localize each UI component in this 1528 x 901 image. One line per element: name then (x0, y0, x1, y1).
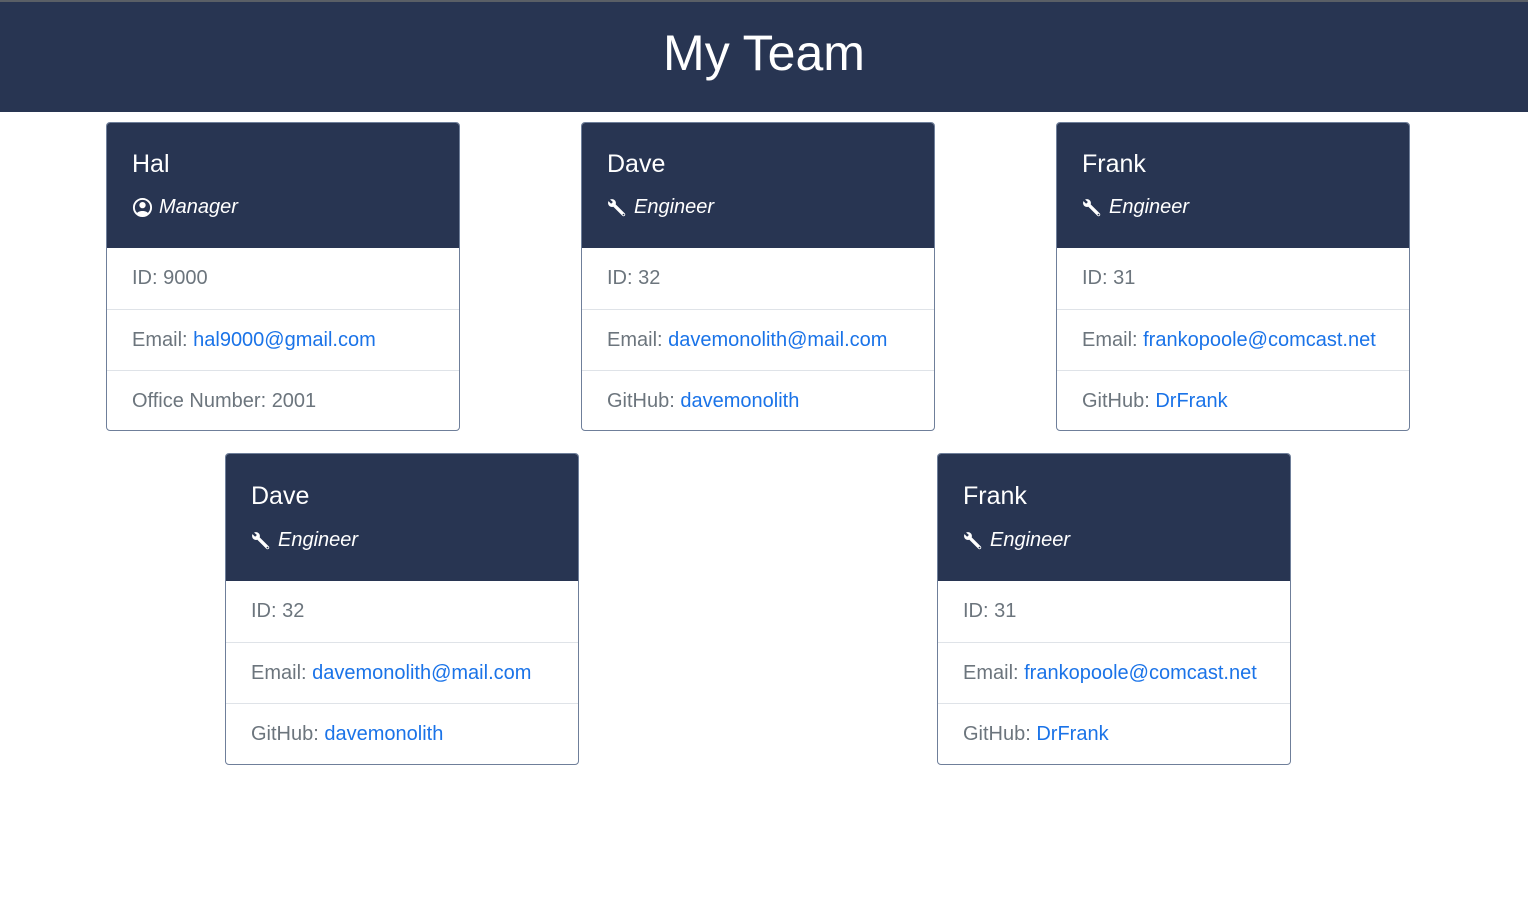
wrench-icon (607, 197, 628, 218)
employee-email-row: Email: davemonolith@mail.com (582, 309, 934, 370)
employee-email-row: Email: frankopoole@comcast.net (938, 642, 1290, 703)
office-number-label: Office Number: (132, 390, 272, 412)
employee-role: Engineer (1082, 195, 1189, 219)
employee-role-label: Engineer (634, 196, 715, 218)
employee-email-row: Email: davemonolith@mail.com (226, 642, 578, 703)
card-header: Frank Engineer (938, 454, 1290, 581)
employee-card-engineer: Dave Engineer ID: 32 Email: davemonolith… (581, 122, 935, 431)
email-link[interactable]: hal9000@gmail.com (193, 329, 376, 351)
employee-role: Engineer (963, 528, 1070, 552)
user-circle-icon (132, 197, 153, 218)
email-link[interactable]: davemonolith@mail.com (312, 662, 531, 684)
email-link[interactable]: davemonolith@mail.com (668, 329, 887, 351)
github-label: GitHub: (1082, 390, 1156, 412)
employee-name: Hal (132, 150, 170, 178)
employee-role-label: Engineer (1109, 196, 1190, 218)
wrench-icon (1082, 197, 1103, 218)
employee-id: ID: 31 (963, 600, 1017, 622)
github-row: GitHub: davemonolith (582, 370, 934, 430)
wrench-icon (251, 530, 272, 551)
card-header: Hal Manager (107, 123, 459, 248)
github-row: GitHub: DrFrank (1057, 370, 1409, 430)
card-header: Dave Engineer (582, 123, 934, 248)
employee-id: ID: 9000 (132, 267, 208, 289)
github-label: GitHub: (251, 723, 325, 745)
employee-id: ID: 32 (251, 600, 305, 622)
employee-card-engineer: Frank Engineer ID: 31 Email: frankopoole… (1056, 122, 1410, 431)
employee-id: ID: 31 (1082, 267, 1136, 289)
employee-email-row: Email: hal9000@gmail.com (107, 309, 459, 370)
github-link[interactable]: davemonolith (324, 723, 443, 745)
github-row: GitHub: davemonolith (226, 703, 578, 764)
wrench-icon (963, 530, 984, 551)
github-link[interactable]: DrFrank (1155, 390, 1227, 412)
email-label: Email: (607, 329, 669, 351)
employee-id: ID: 32 (607, 267, 661, 289)
github-label: GitHub: (607, 390, 681, 412)
office-number-row: Office Number: 2001 (107, 370, 459, 430)
github-link[interactable]: DrFrank (1036, 723, 1108, 745)
card-header: Dave Engineer (226, 454, 578, 581)
github-row: GitHub: DrFrank (938, 703, 1290, 764)
employee-card-engineer: Dave Engineer ID: 32 Email: davemonolith… (225, 453, 579, 765)
page-header: My Team (0, 2, 1528, 112)
employee-role-label: Engineer (990, 529, 1071, 551)
office-number-value: 2001 (271, 390, 317, 412)
employee-name: Dave (607, 150, 666, 178)
employee-name: Frank (1082, 150, 1146, 178)
github-label: GitHub: (963, 723, 1037, 745)
employee-name: Dave (251, 482, 310, 510)
employee-card-engineer: Frank Engineer ID: 31 Email: frankopoole… (937, 453, 1291, 765)
employee-role-label: Engineer (278, 529, 359, 551)
employee-name: Frank (963, 482, 1027, 510)
email-label: Email: (132, 329, 194, 351)
email-label: Email: (251, 662, 313, 684)
employee-role: Engineer (607, 195, 714, 219)
page-title: My Team (663, 25, 865, 81)
employee-card-manager: Hal Manager ID: 9000 Email: hal9000@gmai… (106, 122, 460, 431)
employee-role: Manager (132, 195, 238, 219)
employee-role: Engineer (251, 528, 358, 552)
github-link[interactable]: davemonolith (680, 390, 799, 412)
email-link[interactable]: frankopoole@comcast.net (1024, 662, 1257, 684)
employee-role-label: Manager (159, 196, 238, 218)
email-label: Email: (1082, 329, 1144, 351)
email-link[interactable]: frankopoole@comcast.net (1143, 329, 1376, 351)
email-label: Email: (963, 662, 1025, 684)
card-header: Frank Engineer (1057, 123, 1409, 248)
employee-email-row: Email: frankopoole@comcast.net (1057, 309, 1409, 370)
